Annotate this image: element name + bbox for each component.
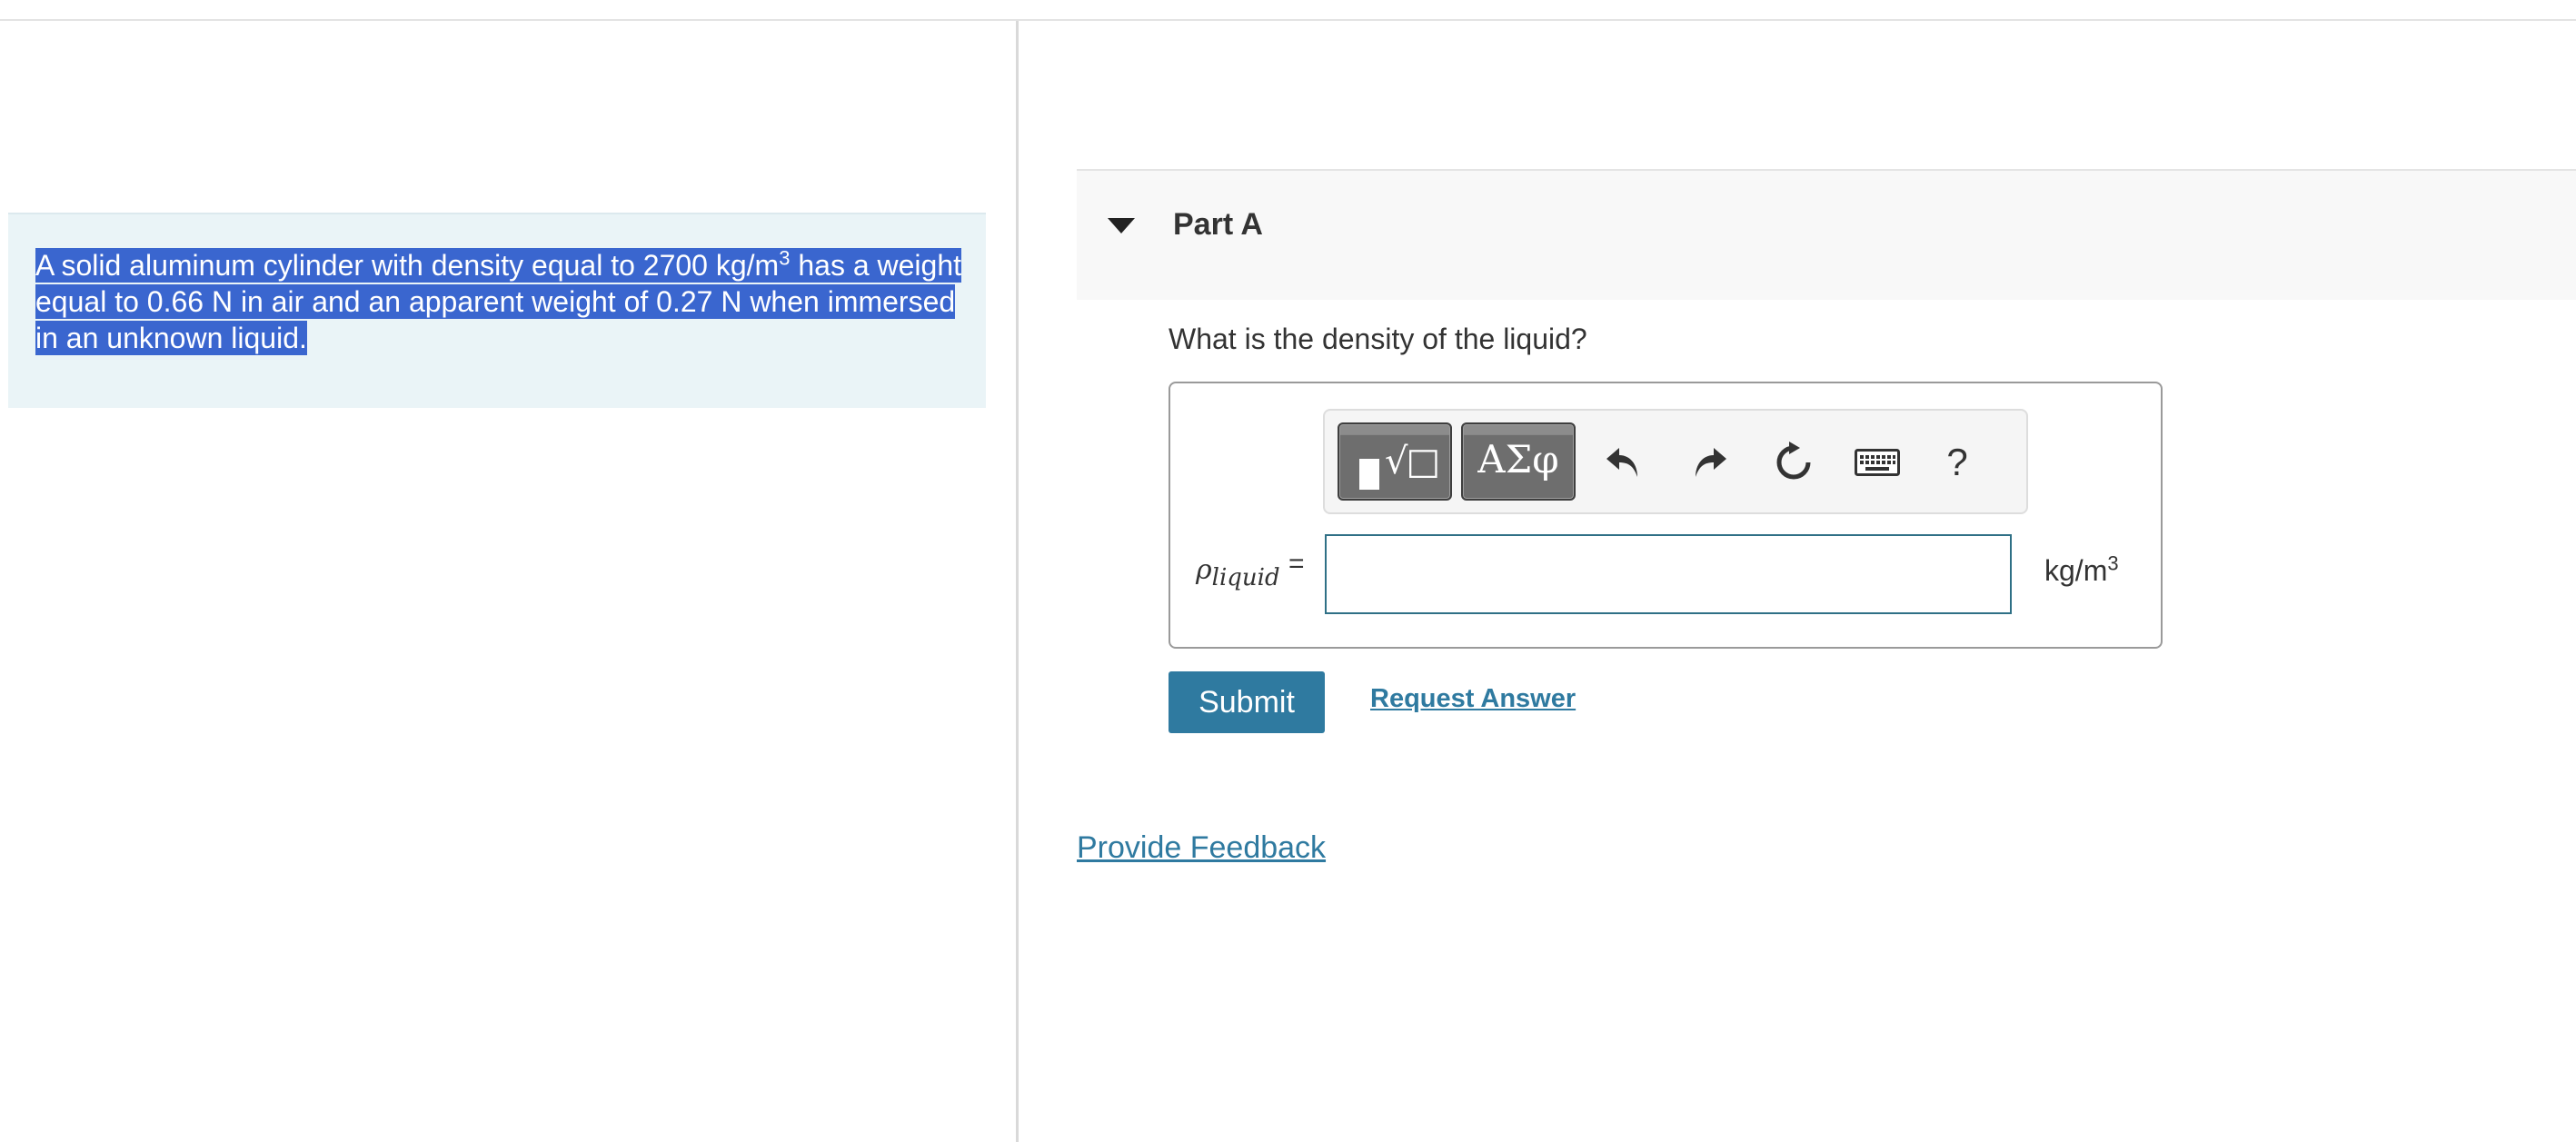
- radical-icon: √□: [1385, 441, 1440, 482]
- help-button[interactable]: ?: [1932, 440, 1983, 485]
- unit-base: kg/m: [2044, 554, 2108, 587]
- problem-superscript: 3: [779, 246, 791, 270]
- part-a-header[interactable]: Part A: [1077, 169, 2576, 300]
- answer-input[interactable]: [1325, 534, 2012, 614]
- question-text: What is the density of the liquid?: [1169, 323, 1587, 355]
- problem-text-part1: A solid aluminum cylinder with density e…: [35, 249, 780, 282]
- provide-feedback-link[interactable]: Provide Feedback: [1077, 830, 1326, 866]
- part-title: Part A: [1173, 207, 1263, 242]
- problem-statement-box: A solid aluminum cylinder with density e…: [8, 213, 986, 408]
- submit-button[interactable]: Submit: [1169, 671, 1325, 733]
- reset-button[interactable]: [1768, 440, 1819, 485]
- redo-icon: [1696, 448, 1726, 477]
- reset-icon: [1776, 442, 1811, 480]
- greek-symbols-button[interactable]: ΑΣφ: [1461, 422, 1576, 501]
- keyboard-button[interactable]: [1852, 440, 1903, 485]
- undo-button[interactable]: [1597, 440, 1648, 485]
- problem-pane: [0, 21, 1019, 1142]
- redo-button[interactable]: [1685, 440, 1736, 485]
- keyboard-icon: [1855, 449, 1900, 476]
- request-answer-link[interactable]: Request Answer: [1370, 684, 1576, 714]
- templates-button[interactable]: √□: [1338, 422, 1452, 501]
- greek-symbols-label: ΑΣφ: [1477, 437, 1559, 482]
- help-icon: ?: [1946, 441, 1968, 483]
- unit-superscript: 3: [2107, 551, 2119, 575]
- equals-sign: =: [1288, 549, 1305, 579]
- rho-symbol: ρ: [1196, 554, 1212, 586]
- problem-statement: A solid aluminum cylinder with density e…: [35, 247, 971, 356]
- templates-icon: [1359, 459, 1379, 490]
- variable-label: ρliquid: [1196, 554, 1280, 591]
- undo-icon: [1606, 448, 1637, 477]
- math-toolbar: √□ ΑΣφ ?: [1323, 409, 2028, 514]
- variable-subscript: liquid: [1211, 564, 1280, 591]
- answer-area: √□ ΑΣφ ? ρliquid = kg/m3: [1169, 382, 2163, 649]
- unit-label: kg/m3: [2044, 551, 2119, 588]
- top-divider: [0, 0, 2576, 21]
- collapse-caret-icon[interactable]: [1108, 218, 1135, 233]
